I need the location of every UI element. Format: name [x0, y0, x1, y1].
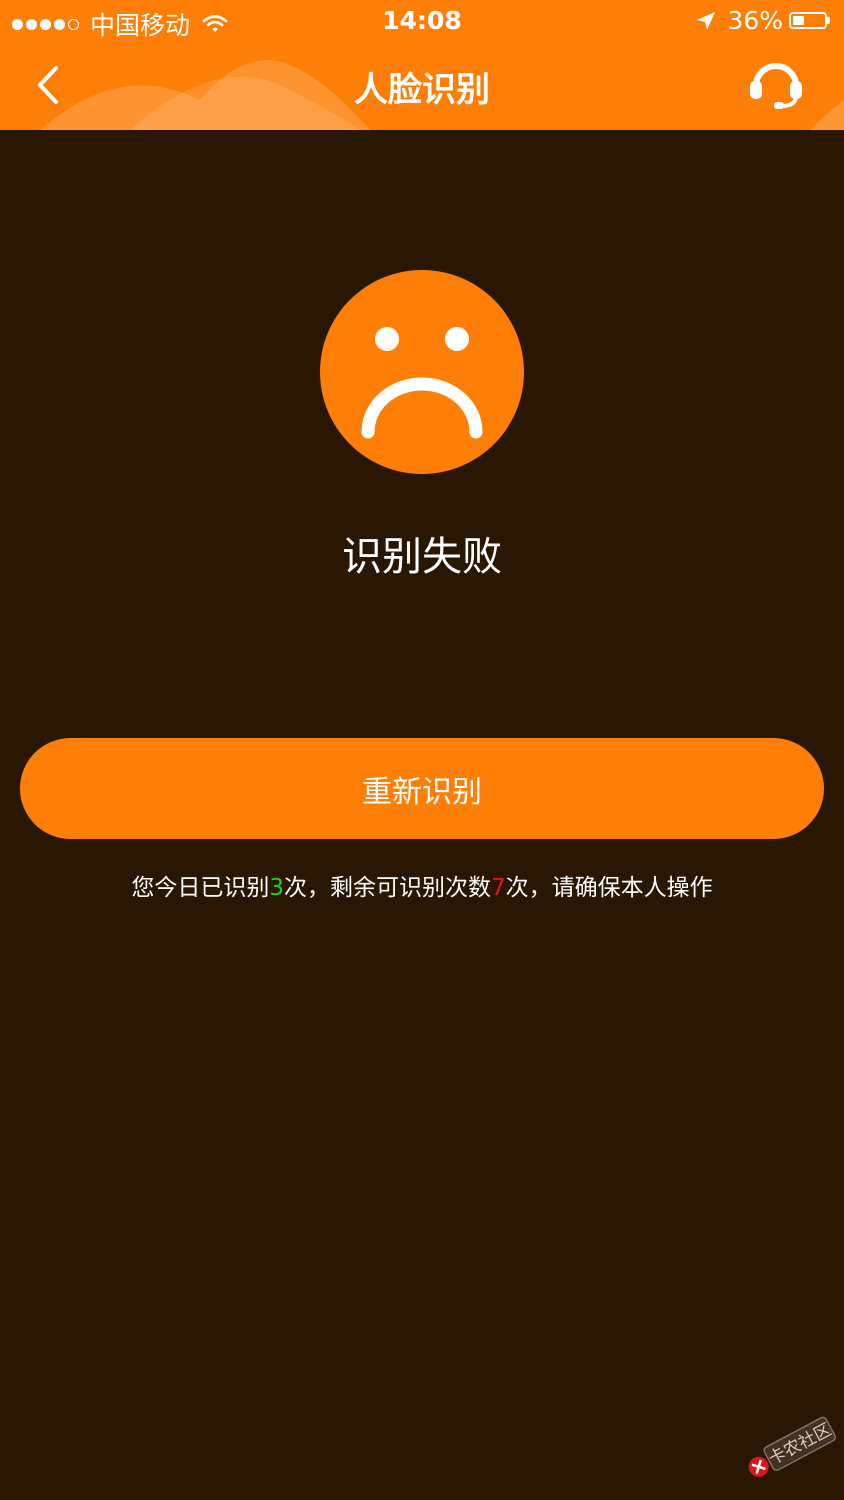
retry-recognition-button[interactable]: 重新识别	[20, 738, 824, 839]
retry-button-label: 重新识别	[362, 775, 482, 809]
hint-suffix: 次，请确保本人操作	[505, 875, 713, 901]
header-bar: 中国移动 14:08 36% 人脸识别	[0, 0, 844, 130]
status-right: 36%	[695, 6, 830, 35]
used-attempts-count: 3	[269, 875, 284, 901]
battery-tip	[827, 17, 830, 24]
sad-face-icon	[320, 270, 524, 474]
headset-icon	[750, 63, 802, 109]
page-title: 人脸识别	[354, 70, 490, 110]
site-watermark-logo: 卡农社区	[748, 1416, 837, 1477]
battery-level-fill	[793, 16, 804, 25]
hint-middle: 次，剩余可识别次数	[284, 875, 491, 901]
attempts-hint: 您今日已识别3次，剩余可识别次数7次，请确保本人操作	[0, 868, 844, 902]
status-bar: 中国移动 14:08 36%	[0, 0, 844, 42]
battery-percent: 36%	[727, 6, 783, 35]
customer-service-button[interactable]	[746, 56, 806, 110]
hint-prefix: 您今日已识别	[131, 875, 270, 901]
location-arrow-icon	[697, 11, 716, 30]
remaining-attempts-count: 7	[491, 875, 506, 901]
battery-icon	[789, 12, 827, 29]
result-title: 识别失败	[342, 534, 502, 580]
